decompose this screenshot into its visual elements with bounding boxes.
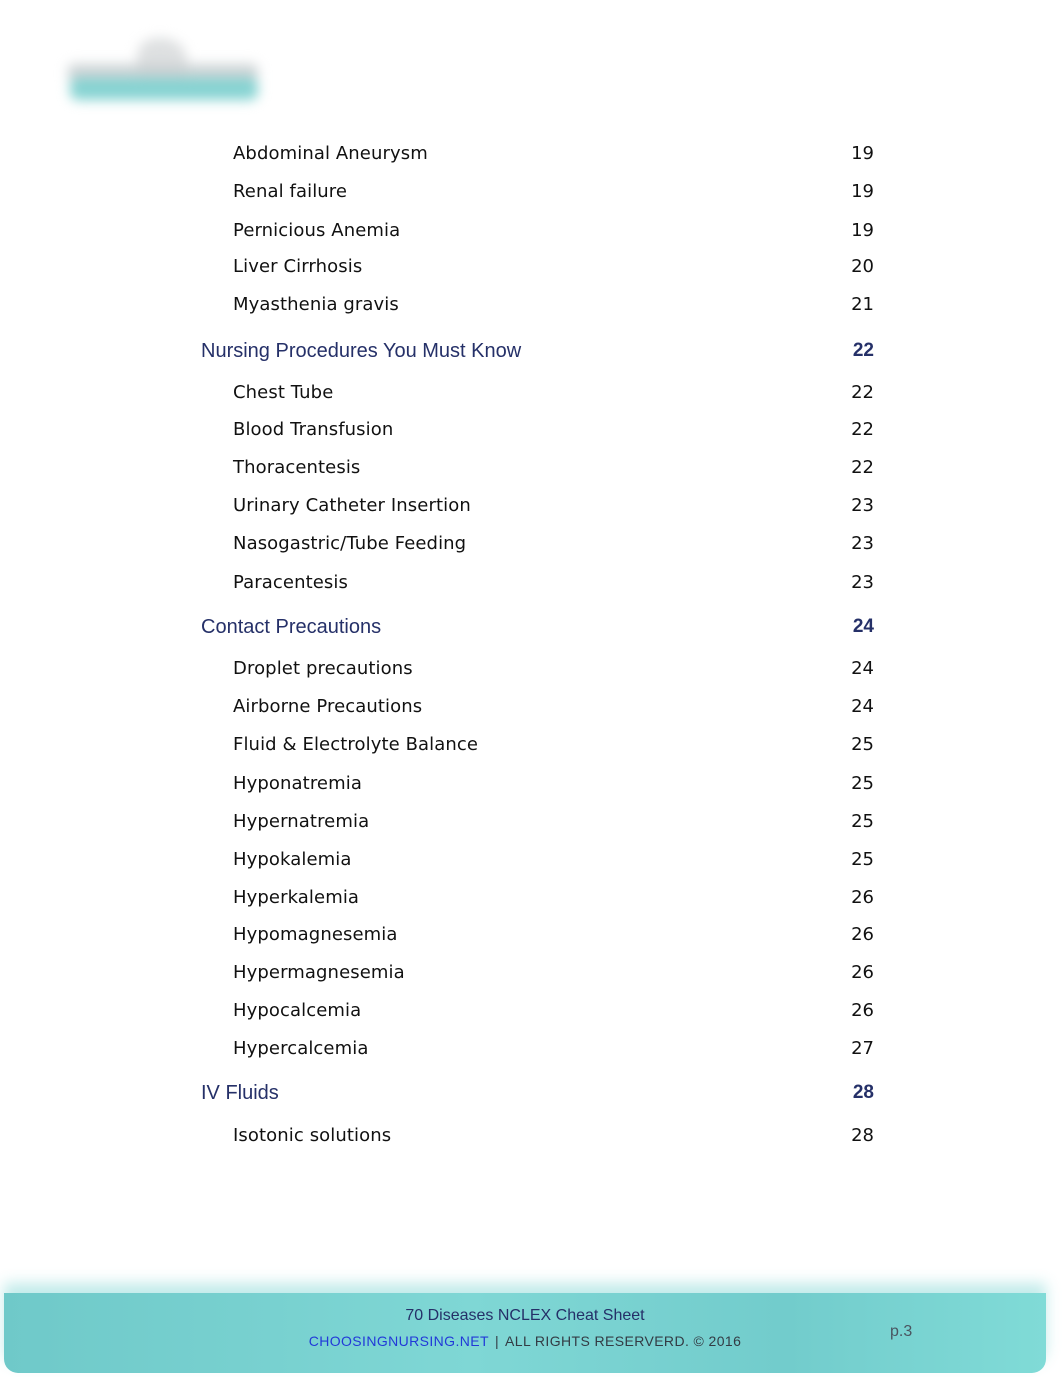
toc-page-number: 19 [851,220,874,241]
toc-entry[interactable]: Pernicious Anemia 19 [0,220,1062,244]
toc-entry-title[interactable]: Thoracentesis [233,457,360,478]
toc-entry[interactable]: Hypokalemia 25 [0,849,1062,873]
toc-entry-title[interactable]: Paracentesis [233,572,348,593]
toc-entry[interactable]: Hypermagnesemia 26 [0,962,1062,986]
toc-page-number: 20 [851,256,874,277]
toc-entry[interactable]: Hypercalcemia 27 [0,1038,1062,1062]
toc-entry-title[interactable]: Airborne Precautions [233,696,422,717]
logo-underline [70,78,258,100]
toc-entry[interactable]: Hypomagnesemia 26 [0,924,1062,948]
toc-page-number: 26 [851,887,874,908]
toc-entry-title[interactable]: Blood Transfusion [233,419,393,440]
toc-entry[interactable]: Droplet precautions 24 [0,658,1062,682]
toc-entry-title[interactable]: Hypernatremia [233,811,369,832]
toc-entry[interactable]: Chest Tube 22 [0,382,1062,406]
toc-page-number: 19 [851,143,874,164]
toc-entry-title[interactable]: Pernicious Anemia [233,220,400,241]
toc-entry[interactable]: Liver Cirrhosis 20 [0,256,1062,280]
toc-page-number: 23 [851,495,874,516]
toc-entry[interactable]: Hyponatremia 25 [0,773,1062,797]
toc-page-number: 25 [851,734,874,755]
page-footer: 70 Diseases NCLEX Cheat Sheet CHOOSINGNU… [4,1293,1046,1373]
toc-entry[interactable]: Hyperkalemia 26 [0,887,1062,911]
footer-rights: ALL RIGHTS RESERVERD. © 2016 [505,1333,742,1349]
toc-entry-title[interactable]: Urinary Catheter Insertion [233,495,471,516]
toc-entry-title[interactable]: Abdominal Aneurysm [233,143,428,164]
toc-page-number: 24 [852,616,874,637]
footer-separator: | [494,1333,500,1349]
toc-entry-title[interactable]: Liver Cirrhosis [233,256,362,277]
toc-entry-title[interactable]: Hypomagnesemia [233,924,398,945]
toc-page-number: 25 [851,811,874,832]
toc-section[interactable]: Nursing Procedures You Must Know 22 [0,340,1062,364]
toc-entry-title[interactable]: Hypermagnesemia [233,962,405,983]
toc-entry[interactable]: Urinary Catheter Insertion 23 [0,495,1062,519]
toc-entry-title[interactable]: Hypokalemia [233,849,352,870]
page-number: p.3 [890,1323,913,1340]
toc-page-number: 24 [851,696,874,717]
footer-site-link[interactable]: CHOOSINGNURSING.NET [309,1333,489,1349]
logo [62,30,267,110]
toc-section-title[interactable]: IV Fluids [201,1082,279,1105]
toc-page-number: 28 [851,1125,874,1146]
toc-page-number: 21 [851,294,874,315]
toc-entry-title[interactable]: Hyponatremia [233,773,362,794]
toc-entry-title[interactable]: Nasogastric/Tube Feeding [233,533,466,554]
toc-page-number: 26 [851,962,874,983]
toc-page-number: 22 [851,382,874,403]
toc-page-number: 25 [851,849,874,870]
toc-section-title[interactable]: Contact Precautions [201,616,381,639]
toc-page-number: 24 [851,658,874,679]
toc-entry-title[interactable]: Hypocalcemia [233,1000,361,1021]
toc-entry[interactable]: Myasthenia gravis 21 [0,294,1062,318]
toc-entry[interactable]: Blood Transfusion 22 [0,419,1062,443]
toc-entry-title[interactable]: Fluid & Electrolyte Balance [233,734,478,755]
toc-page-number: 22 [851,419,874,440]
toc-entry[interactable]: Paracentesis 23 [0,572,1062,596]
toc-page-number: 22 [851,457,874,478]
toc-page-number: 27 [851,1038,874,1059]
toc-page-number: 25 [851,773,874,794]
toc-page-number: 23 [851,533,874,554]
toc-entry[interactable]: Airborne Precautions 24 [0,696,1062,720]
toc-entry-title[interactable]: Chest Tube [233,382,333,403]
toc-entry[interactable]: Isotonic solutions 28 [0,1125,1062,1149]
toc-page-number: 19 [851,181,874,202]
toc-entry-title[interactable]: Isotonic solutions [233,1125,391,1146]
toc-entry[interactable]: Abdominal Aneurysm 19 [0,143,1062,167]
toc-entry[interactable]: Fluid & Electrolyte Balance 25 [0,734,1062,758]
toc-page-number: 26 [851,1000,874,1021]
toc-section[interactable]: Contact Precautions 24 [0,616,1062,640]
toc-entry-title[interactable]: Hypercalcemia [233,1038,368,1059]
toc-page-number: 26 [851,924,874,945]
toc-page-number: 23 [851,572,874,593]
toc-entry[interactable]: Renal failure 19 [0,181,1062,205]
toc-entry[interactable]: Hypocalcemia 26 [0,1000,1062,1024]
toc-entry[interactable]: Thoracentesis 22 [0,457,1062,481]
toc-section-title[interactable]: Nursing Procedures You Must Know [201,340,521,363]
toc-entry[interactable]: Hypernatremia 25 [0,811,1062,835]
toc-entry-title[interactable]: Droplet precautions [233,658,413,679]
toc-entry-title[interactable]: Myasthenia gravis [233,294,399,315]
toc-entry-title[interactable]: Renal failure [233,181,347,202]
toc-section[interactable]: IV Fluids 28 [0,1082,1062,1106]
toc-entry[interactable]: Nasogastric/Tube Feeding 23 [0,533,1062,557]
toc-page-number: 28 [852,1082,874,1103]
toc-page-number: 22 [852,340,874,361]
toc-entry-title[interactable]: Hyperkalemia [233,887,359,908]
